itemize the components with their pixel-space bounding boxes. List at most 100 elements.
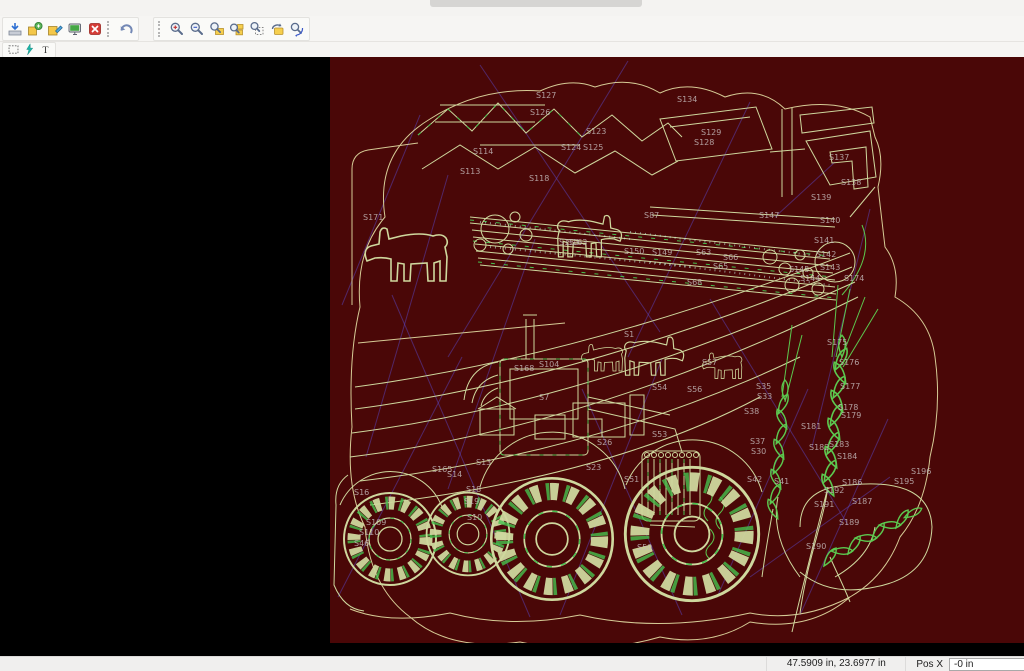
toolbar-row-edit: T — [0, 42, 1024, 58]
svg-text:S26: S26 — [597, 438, 612, 447]
svg-text:S189: S189 — [839, 518, 859, 527]
zoom-previous-button[interactable] — [267, 19, 287, 39]
kerf-tool-icon — [23, 43, 36, 56]
svg-text:S104: S104 — [539, 360, 559, 369]
svg-text:S187: S187 — [852, 497, 872, 506]
svg-text:S63: S63 — [696, 248, 711, 257]
zoom-in-icon — [169, 21, 185, 37]
zoom-extents-icon — [249, 21, 265, 37]
svg-text:S163: S163 — [567, 238, 587, 247]
toolbar-grip[interactable] — [158, 21, 163, 37]
svg-text:S38: S38 — [744, 407, 759, 416]
svg-text:S118: S118 — [529, 174, 549, 183]
zoom-in-button[interactable] — [167, 19, 187, 39]
zoom-extents-button[interactable] — [247, 19, 267, 39]
svg-text:S42: S42 — [747, 475, 762, 484]
marquee-select-button[interactable] — [5, 43, 21, 56]
traverse-lines — [338, 61, 890, 617]
svg-text:S68: S68 — [687, 278, 702, 287]
svg-text:S128: S128 — [694, 138, 714, 147]
pos-x-label: Pos X — [906, 659, 949, 670]
svg-text:S54: S54 — [652, 383, 667, 392]
toolbar-grip[interactable] — [107, 21, 112, 37]
svg-text:S171: S171 — [363, 213, 383, 222]
send-to-machine-button[interactable] — [65, 19, 85, 39]
status-bar: 47.5909 in, 23.6977 in Pos X -0 in — [0, 656, 1024, 671]
svg-text:S190: S190 — [806, 542, 826, 551]
toolbar-row-main — [0, 16, 1024, 42]
marquee-select-icon — [7, 43, 20, 56]
import-part-icon — [7, 21, 23, 37]
svg-text:S176: S176 — [839, 358, 859, 367]
svg-text:S13: S13 — [476, 458, 491, 467]
svg-text:S144: S144 — [800, 274, 820, 283]
svg-text:S134: S134 — [677, 95, 697, 104]
zoom-window-button[interactable] — [207, 19, 227, 39]
svg-text:S56: S56 — [687, 385, 702, 394]
svg-text:S126: S126 — [530, 108, 550, 117]
drawing-canvas[interactable]: S127S126S114S113S118S123S125S124S134S129… — [330, 57, 1024, 643]
svg-text:S1: S1 — [624, 330, 634, 339]
svg-text:S65: S65 — [713, 262, 728, 271]
toolbar-group-edit: T — [2, 42, 56, 58]
send-to-machine-icon — [67, 21, 83, 37]
svg-text:S51: S51 — [624, 475, 639, 484]
pos-x-input[interactable]: -0 in — [949, 658, 1024, 671]
segment-labels: S127S126S114S113S118S123S125S124S134S129… — [354, 91, 931, 552]
svg-text:S113: S113 — [460, 167, 480, 176]
svg-text:S124: S124 — [561, 143, 581, 152]
svg-text:S182: S182 — [809, 443, 829, 452]
zoom-all-button[interactable] — [287, 19, 307, 39]
import-part-button[interactable] — [5, 19, 25, 39]
edit-part-button[interactable] — [45, 19, 65, 39]
field-curves — [350, 253, 858, 505]
svg-text:S18: S18 — [466, 485, 481, 494]
svg-text:S110: S110 — [359, 528, 379, 537]
svg-text:S149: S149 — [652, 248, 672, 257]
kerf-tool-button[interactable] — [21, 43, 37, 56]
nest-drawing: S127S126S114S113S118S123S125S124S134S129… — [330, 57, 1024, 643]
window-top-strip — [0, 0, 1024, 16]
toolbar-group-file — [2, 17, 139, 41]
svg-text:S23: S23 — [586, 463, 601, 472]
svg-text:S145: S145 — [789, 265, 809, 274]
svg-text:S19: S19 — [464, 497, 479, 506]
svg-text:S137: S137 — [829, 153, 849, 162]
svg-text:S138: S138 — [841, 178, 861, 187]
svg-text:S168: S168 — [514, 364, 534, 373]
svg-text:S125: S125 — [583, 143, 603, 152]
svg-text:S37: S37 — [750, 437, 765, 446]
svg-text:S16: S16 — [354, 488, 369, 497]
svg-text:S143: S143 — [820, 263, 840, 272]
svg-text:S183: S183 — [829, 440, 849, 449]
svg-text:S57: S57 — [702, 358, 717, 367]
svg-text:S46: S46 — [354, 539, 369, 548]
svg-text:S50: S50 — [637, 543, 652, 552]
svg-text:S114: S114 — [473, 147, 493, 156]
add-part-button[interactable] — [25, 19, 45, 39]
svg-text:S139: S139 — [811, 193, 831, 202]
svg-text:S53: S53 — [652, 430, 667, 439]
svg-text:S195: S195 — [894, 477, 914, 486]
svg-text:S33: S33 — [757, 392, 772, 401]
zoom-out-button[interactable] — [187, 19, 207, 39]
undo-button[interactable] — [116, 19, 136, 39]
svg-text:S174: S174 — [844, 274, 864, 283]
delete-button[interactable] — [85, 19, 105, 39]
svg-text:S35: S35 — [756, 382, 771, 391]
zoom-out-icon — [189, 21, 205, 37]
text-tool-button[interactable]: T — [37, 43, 53, 56]
zoom-parts-button[interactable] — [227, 19, 247, 39]
zoom-parts-icon — [229, 21, 245, 37]
svg-text:S181: S181 — [801, 422, 821, 431]
svg-text:S175: S175 — [827, 338, 847, 347]
cursor-position-readout: 47.5909 in, 23.6977 in — [766, 657, 906, 671]
svg-text:S147: S147 — [759, 211, 779, 220]
svg-text:S140: S140 — [820, 216, 840, 225]
edit-part-icon — [47, 21, 63, 37]
workspace-background: S127S126S114S113S118S123S125S124S134S129… — [0, 57, 1024, 656]
svg-text:S127: S127 — [536, 91, 556, 100]
svg-text:S87: S87 — [644, 211, 659, 220]
svg-text:S177: S177 — [840, 382, 860, 391]
svg-text:S123: S123 — [586, 127, 606, 136]
